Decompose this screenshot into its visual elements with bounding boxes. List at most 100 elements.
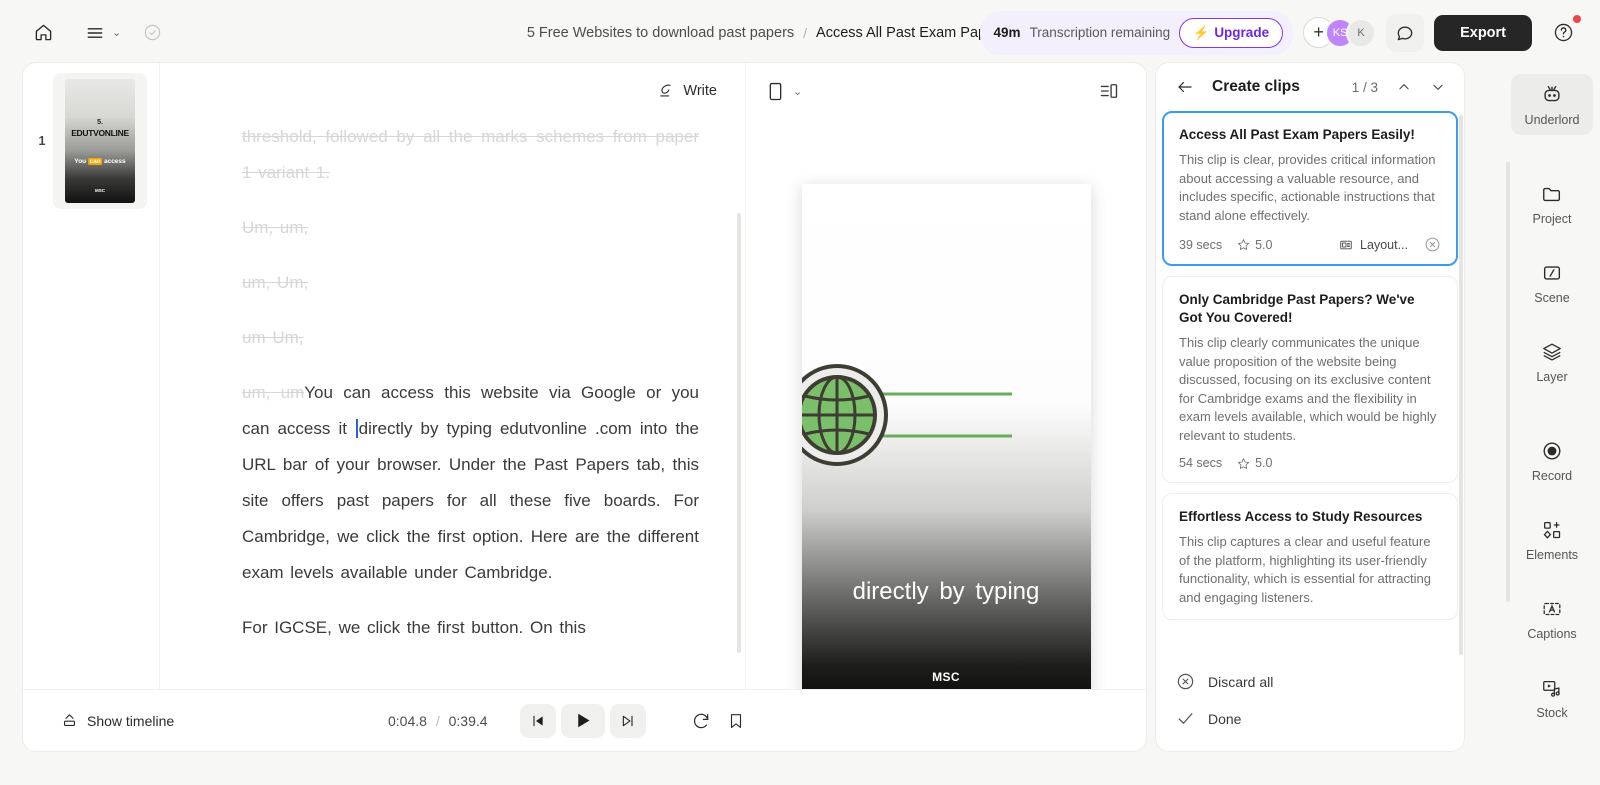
check-circle-icon[interactable]	[135, 16, 169, 50]
record-dot-icon	[1541, 440, 1563, 462]
notification-dot	[1573, 14, 1581, 23]
transcription-minutes: 49m	[993, 25, 1021, 40]
transcription-status-pill: 49m Transcription remaining ⚡ Upgrade	[979, 10, 1294, 55]
layers-icon	[1541, 341, 1563, 363]
transcript-paragraph[interactable]: threshold, followed by all the marks sch…	[242, 119, 699, 191]
clip-rating-value: 5.0	[1255, 237, 1273, 252]
done-label: Done	[1208, 710, 1242, 727]
rail-item-underlord[interactable]: Underlord	[1511, 74, 1593, 135]
clips-panel-footer: Discard all Done	[1156, 655, 1464, 751]
topbar-left-group: ⌄	[0, 16, 169, 50]
slide-rail: 1 5. EDUTVONLINE You can access MSC	[23, 63, 160, 751]
clip-layout-button[interactable]: Layout...	[1339, 238, 1408, 252]
clip-duration: 39 secs	[1179, 237, 1223, 252]
clip-card[interactable]: Only Cambridge Past Papers? We've Got Yo…	[1162, 276, 1458, 483]
aspect-ratio-chevron-down-icon[interactable]: ⌄	[793, 85, 802, 98]
layout-icon	[1339, 238, 1353, 252]
transcript-muted-prefix: um, um	[242, 383, 305, 402]
time-readout: 0:04.8 / 0:39.4	[388, 713, 488, 729]
play-icon[interactable]	[561, 703, 605, 738]
transcript-toolbar: Write	[160, 63, 745, 119]
rail-item-scene[interactable]: Scene	[1511, 252, 1593, 313]
home-icon[interactable]	[26, 16, 60, 50]
transcript-paragraph[interactable]: Um, um,	[242, 210, 699, 246]
transcript-paragraph[interactable]: um Um,	[242, 320, 699, 356]
rail-item-project[interactable]: Project	[1511, 173, 1593, 234]
star-icon	[1237, 238, 1250, 251]
clip-meta-row: 39 secs 5.0 Layout...	[1179, 236, 1441, 253]
total-time: 0:39.4	[448, 712, 488, 729]
folder-icon	[1541, 183, 1563, 205]
write-label: Write	[683, 83, 717, 99]
upgrade-button[interactable]: ⚡ Upgrade	[1179, 17, 1284, 48]
star-icon	[1237, 457, 1250, 470]
hamburger-menu-icon[interactable]	[78, 16, 112, 50]
slide-thumbnail-item[interactable]: 1 5. EDUTVONLINE You can access MSC	[23, 73, 159, 209]
transcript-paragraph[interactable]: For IGCSE, we click the first button. On…	[242, 610, 699, 646]
editor-canvas: 1 5. EDUTVONLINE You can access MSC Writ…	[22, 62, 1147, 752]
aspect-ratio-selector[interactable]: ⌄	[768, 82, 802, 101]
comment-bubble-icon[interactable]	[1386, 13, 1425, 52]
breadcrumb-separator: /	[803, 24, 808, 41]
video-preview[interactable]: directly by typing MSC	[801, 184, 1091, 709]
avatar-group: + KS K	[1303, 17, 1377, 48]
player-column: ⌄ directly by typing MSC	[745, 63, 1146, 751]
breadcrumb-parent[interactable]: 5 Free Websites to download past papers	[527, 25, 794, 41]
done-button[interactable]: Done	[1156, 700, 1464, 737]
close-circle-icon[interactable]	[1424, 236, 1441, 253]
arrow-left-icon[interactable]	[1168, 70, 1202, 104]
clip-title: Access All Past Exam Papers Easily!	[1179, 127, 1415, 142]
top-bar: ⌄ 5 Free Websites to download past paper…	[0, 0, 1600, 65]
export-button[interactable]: Export	[1434, 14, 1532, 51]
loop-speed-icon[interactable]	[691, 711, 711, 731]
clips-list[interactable]: Access All Past Exam Papers Easily! This…	[1156, 111, 1464, 655]
bookmark-icon[interactable]	[727, 712, 745, 730]
clips-list-scrollbar[interactable]	[1459, 115, 1463, 655]
chevron-down-icon[interactable]	[1426, 75, 1450, 99]
create-clips-panel: Create clips 1 / 3 Access All Past Exam …	[1155, 62, 1465, 752]
transcript-scrollbar[interactable]	[737, 213, 741, 653]
rail-item-layer[interactable]: Layer	[1511, 331, 1593, 392]
rail-item-record[interactable]: Record	[1511, 430, 1593, 491]
feather-pen-icon	[657, 82, 675, 100]
skip-previous-icon[interactable]	[520, 703, 556, 738]
skip-next-icon[interactable]	[610, 703, 646, 738]
transcript-paragraph[interactable]: um, Um,	[242, 265, 699, 301]
help-circle-icon[interactable]	[1546, 14, 1581, 50]
thumb-line-2: EDUTVONLINE	[71, 128, 129, 138]
rail-item-captions[interactable]: Captions	[1511, 588, 1593, 649]
scene-slash-icon	[1541, 262, 1563, 284]
transcript-text-editor[interactable]: threshold, followed by all the marks sch…	[160, 119, 745, 751]
thumb-line-1: 5.	[97, 119, 103, 126]
clip-description: This clip is clear, provides critical in…	[1179, 152, 1436, 223]
rail-label: Scene	[1534, 291, 1570, 305]
chevron-up-icon[interactable]	[1392, 75, 1416, 99]
transcript-active-paragraph[interactable]: um, umYou can access this website via Go…	[242, 375, 699, 591]
avatar[interactable]: K	[1346, 17, 1377, 48]
video-stage: directly by typing MSC	[746, 119, 1146, 751]
transcription-label: Transcription remaining	[1029, 25, 1171, 40]
thumb-watermark: MSC	[95, 188, 105, 193]
lightning-bolt-icon: ⚡	[1193, 24, 1210, 40]
clip-rating: 5.0	[1237, 456, 1272, 470]
video-watermark: MSC	[932, 670, 960, 684]
rail-scrollbar[interactable]	[1506, 162, 1510, 602]
tool-rail: Underlord Project Scene Layer Record Ele…	[1504, 62, 1600, 752]
topbar-right-group: 49m Transcription remaining ⚡ Upgrade + …	[979, 0, 1581, 65]
captions-a-icon	[1541, 598, 1563, 620]
write-button[interactable]: Write	[647, 77, 727, 105]
panel-layout-icon[interactable]	[1092, 74, 1126, 108]
rail-item-stock[interactable]: Stock	[1511, 667, 1593, 728]
show-timeline-button[interactable]: Show timeline	[61, 712, 174, 729]
globe-icon	[801, 360, 1012, 470]
menu-chevron-down-icon[interactable]: ⌄	[112, 26, 121, 39]
rail-label: Project	[1532, 212, 1572, 226]
rail-item-elements[interactable]: Elements	[1511, 509, 1593, 570]
clip-card[interactable]: Access All Past Exam Papers Easily! This…	[1162, 111, 1458, 266]
transport-controls	[520, 703, 646, 738]
show-timeline-label: Show timeline	[87, 712, 175, 729]
clip-meta-row: 54 secs 5.0	[1179, 456, 1441, 470]
clip-card[interactable]: Effortless Access to Study Resources Thi…	[1162, 493, 1458, 620]
discard-all-button[interactable]: Discard all	[1156, 663, 1464, 700]
slide-thumbnail-frame[interactable]: 5. EDUTVONLINE You can access MSC	[53, 73, 147, 209]
